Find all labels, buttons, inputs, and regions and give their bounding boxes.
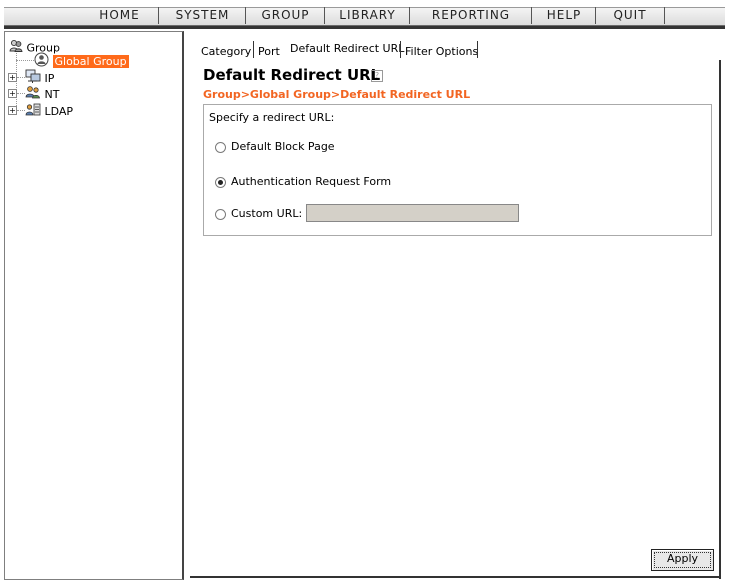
expand-ldap-toggle[interactable]: + bbox=[8, 106, 17, 115]
tree-item-global-group-label: Global Group bbox=[52, 55, 129, 68]
option-authentication-request-form-label[interactable]: Authentication Request Form bbox=[231, 175, 391, 188]
tree-connector bbox=[17, 110, 25, 111]
tree-connector bbox=[16, 53, 17, 112]
nav-underline bbox=[4, 26, 725, 29]
tree-connector bbox=[17, 93, 25, 94]
help-icon[interactable]: ? bbox=[371, 70, 383, 82]
content-frame-edge bbox=[190, 576, 721, 578]
top-nav-bar: HOME SYSTEM GROUP LIBRARY REPORTING HELP… bbox=[0, 0, 729, 29]
expand-ip-toggle[interactable]: + bbox=[8, 73, 17, 82]
radio-custom-url[interactable] bbox=[215, 209, 226, 220]
nav-home[interactable]: HOME bbox=[81, 7, 158, 24]
redirect-prompt-label: Specify a redirect URL: bbox=[209, 111, 335, 124]
option-default-block-page-label[interactable]: Default Block Page bbox=[231, 140, 335, 153]
tree-connector bbox=[17, 77, 25, 78]
ldap-directory-icon bbox=[25, 102, 41, 122]
tab-separator bbox=[477, 41, 478, 58]
tab-category[interactable]: Category bbox=[201, 44, 251, 60]
page-title: Default Redirect URL bbox=[203, 66, 381, 84]
nav-library[interactable]: LIBRARY bbox=[324, 7, 410, 24]
radio-authentication-request-form[interactable] bbox=[215, 177, 226, 188]
tab-separator bbox=[253, 41, 254, 58]
apply-button[interactable]: Apply bbox=[651, 549, 714, 571]
content-frame-edge bbox=[719, 60, 721, 579]
tree-item-ldap[interactable]: LDAP bbox=[25, 102, 73, 118]
tab-default-redirect-url[interactable]: Default Redirect URL bbox=[290, 41, 404, 57]
expand-nt-toggle[interactable]: + bbox=[8, 89, 17, 98]
tree-item-ldap-label: LDAP bbox=[44, 105, 74, 118]
nav-quit[interactable]: QUIT bbox=[595, 7, 665, 24]
tab-separator bbox=[400, 41, 401, 58]
nav-reporting[interactable]: REPORTING bbox=[409, 7, 532, 24]
tab-filter-options[interactable]: Filter Options bbox=[405, 44, 478, 60]
tree-item-global-group[interactable]: Global Group bbox=[34, 52, 129, 68]
nav-group[interactable]: GROUP bbox=[245, 7, 325, 24]
radio-default-block-page[interactable] bbox=[215, 142, 226, 153]
tree-item-ip[interactable]: IP bbox=[25, 69, 54, 85]
tree-item-nt-label: NT bbox=[44, 88, 60, 101]
custom-url-input[interactable] bbox=[306, 204, 519, 222]
nav-help[interactable]: HELP bbox=[531, 7, 596, 24]
breadcrumb: Group>Global Group>Default Redirect URL bbox=[203, 88, 471, 101]
tree-item-ip-label: IP bbox=[44, 72, 55, 85]
nav-system[interactable]: SYSTEM bbox=[158, 7, 246, 24]
tree-item-nt[interactable]: NT bbox=[25, 85, 59, 101]
tab-port[interactable]: Port bbox=[258, 44, 280, 60]
tree-connector bbox=[16, 60, 34, 61]
option-custom-url-label[interactable]: Custom URL: bbox=[231, 207, 302, 220]
